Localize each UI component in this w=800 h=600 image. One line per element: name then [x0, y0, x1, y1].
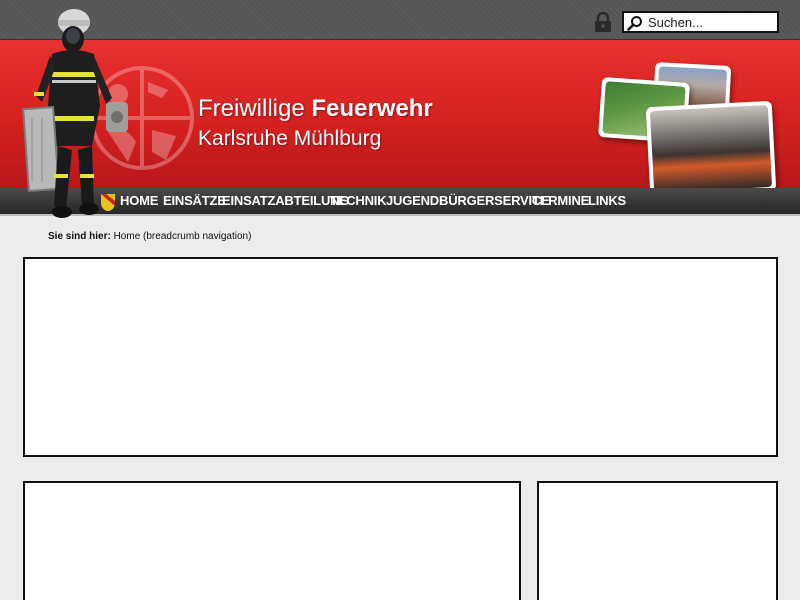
nav-item-termine[interactable]: TERMINE	[532, 193, 589, 208]
breadcrumb: Sie sind hier: Home (breadcrumb navigati…	[48, 231, 251, 242]
left-content-panel	[23, 481, 521, 600]
search-input[interactable]	[648, 13, 776, 31]
firefighter-image	[22, 9, 128, 218]
right-sidebar-panel	[537, 481, 778, 600]
breadcrumb-prefix: Sie sind hier:	[48, 231, 111, 242]
header-photo-team	[645, 100, 777, 198]
breadcrumb-current[interactable]: Home (breadcrumb navigation)	[114, 231, 252, 242]
nav-item-einsaetze[interactable]: EINSÄTZE	[163, 193, 226, 208]
site-title-bold: Feuerwehr	[311, 95, 433, 122]
search-box[interactable]	[622, 11, 779, 33]
main-content-panel	[23, 257, 778, 457]
site-subtitle: Karlsruhe Mühlburg	[198, 127, 382, 150]
nav-item-technik[interactable]: TECHNIK	[330, 193, 387, 208]
nav-item-links[interactable]: LINKS	[588, 193, 626, 208]
search-icon[interactable]	[627, 15, 643, 31]
site-title: Freiwillige Feuerwehr	[198, 95, 433, 123]
site-title-regular: Freiwillige	[198, 95, 312, 122]
lock-icon[interactable]	[594, 12, 612, 32]
nav-item-jugend[interactable]: JUGEND	[386, 193, 439, 208]
